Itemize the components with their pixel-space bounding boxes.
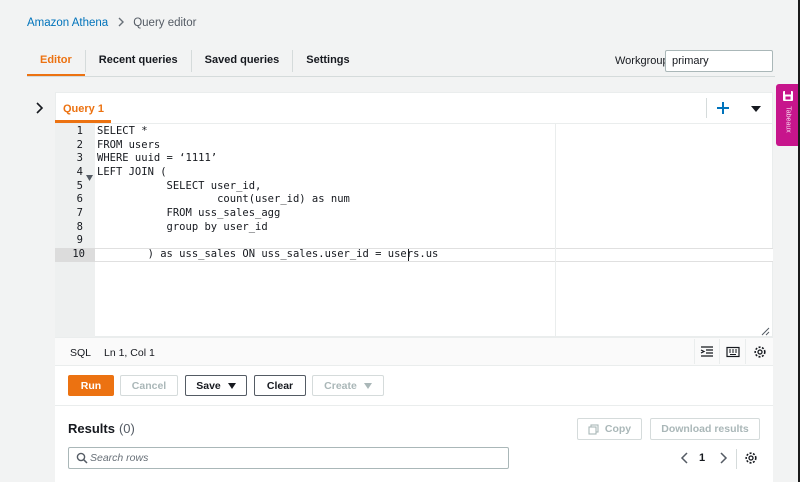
run-button[interactable]: Run	[68, 375, 114, 396]
tab-saved-queries[interactable]: Saved queries	[192, 48, 293, 76]
editor-tabs: Editor Recent queries Saved queries Sett…	[27, 48, 363, 77]
caret-down-icon	[227, 382, 236, 389]
code-line[interactable]: FROM users	[97, 139, 160, 153]
workgroup-select[interactable]: primary	[665, 50, 773, 72]
code-line[interactable]: SELECT *	[97, 125, 148, 139]
copy-label: Copy	[604, 423, 632, 435]
tab-recent-queries[interactable]: Recent queries	[86, 48, 191, 76]
status-divider	[745, 339, 746, 364]
tab-editor[interactable]: Editor	[27, 48, 85, 77]
fold-arrow-icon[interactable]	[86, 170, 93, 181]
workgroup-label: Workgroup	[615, 55, 669, 67]
code-line[interactable]: WHERE uuid = ‘1111’	[97, 152, 217, 166]
line-number: 3	[76, 152, 83, 164]
gear-icon[interactable]	[753, 345, 767, 359]
side-widget-label: Tabeaux	[784, 106, 792, 133]
gear-icon[interactable]	[744, 451, 758, 465]
resize-handle-icon[interactable]	[760, 325, 770, 336]
tab-label: Saved queries	[204, 54, 280, 66]
chevron-right-icon[interactable]	[718, 452, 728, 464]
save-icon[interactable]	[782, 90, 794, 102]
tab-label: Recent queries	[98, 54, 178, 66]
chevron-left-icon[interactable]	[680, 452, 690, 464]
code-line[interactable]: LEFT JOIN (	[97, 166, 167, 180]
results-count: (0)	[118, 421, 135, 436]
query-tab[interactable]: Query 1	[55, 92, 111, 123]
create-dropdown-button[interactable]: Create	[312, 375, 384, 396]
editor-header-line	[55, 123, 773, 124]
code-line[interactable]: group by user_id	[97, 221, 268, 235]
code-line[interactable]: count(user_id) as num	[97, 193, 350, 207]
code-line[interactable]: SELECT user_id,	[97, 180, 262, 194]
editor-status-bar	[55, 337, 773, 366]
clear-button[interactable]: Clear	[254, 375, 306, 396]
line-number: 9	[76, 234, 83, 246]
chevron-right-icon[interactable]	[32, 101, 46, 115]
line-number: 4	[76, 166, 83, 178]
breadcrumb-link-athena[interactable]: Amazon Athena	[27, 17, 108, 29]
line-number: 8	[76, 221, 83, 233]
breadcrumb: Amazon Athena Query editor	[27, 15, 196, 31]
pagination-divider	[736, 449, 737, 469]
chevron-right-icon	[117, 17, 125, 30]
cancel-button[interactable]: Cancel	[120, 375, 178, 396]
plus-icon[interactable]	[714, 99, 732, 117]
line-number: 10	[72, 248, 85, 260]
caret-down-icon	[363, 382, 372, 389]
code-line[interactable]: FROM uss_sales_agg	[97, 207, 281, 221]
save-dropdown-button[interactable]: Save	[185, 375, 247, 396]
status-language: SQL	[70, 347, 92, 359]
status-cursor-position: Ln 1, Col 1	[104, 347, 155, 359]
results-heading: Results (0)	[68, 421, 135, 436]
line-number: 6	[76, 193, 83, 205]
line-number: 5	[76, 180, 83, 192]
status-divider	[694, 339, 695, 364]
format-query-icon[interactable]	[700, 345, 714, 359]
tab-label: Editor	[40, 54, 72, 66]
tab-label: Settings	[306, 54, 350, 66]
tabs-divider-line	[27, 76, 775, 77]
caret-down-icon[interactable]	[750, 103, 762, 113]
tab-settings[interactable]: Settings	[293, 48, 362, 76]
keyboard-icon[interactable]	[726, 345, 740, 359]
status-divider	[719, 339, 720, 364]
line-number: 2	[76, 139, 83, 151]
text-cursor	[408, 249, 409, 261]
copy-button[interactable]: Copy	[577, 418, 642, 440]
page-number[interactable]: 1	[699, 452, 705, 464]
search-rows-input[interactable]	[90, 449, 500, 467]
breadcrumb-current: Query editor	[133, 17, 197, 29]
header-divider	[706, 98, 707, 118]
line-number: 1	[76, 125, 83, 137]
print-margin	[555, 124, 556, 337]
code-line[interactable]: ) as uss_sales ON uss_sales.user_id = us…	[97, 248, 439, 262]
copy-icon	[588, 423, 599, 435]
download-results-button[interactable]: Download results	[650, 418, 760, 440]
search-icon	[76, 452, 88, 464]
save-label: Save	[196, 379, 221, 392]
create-label: Create	[324, 379, 357, 392]
line-number: 7	[76, 207, 83, 219]
results-title: Results	[68, 421, 115, 436]
